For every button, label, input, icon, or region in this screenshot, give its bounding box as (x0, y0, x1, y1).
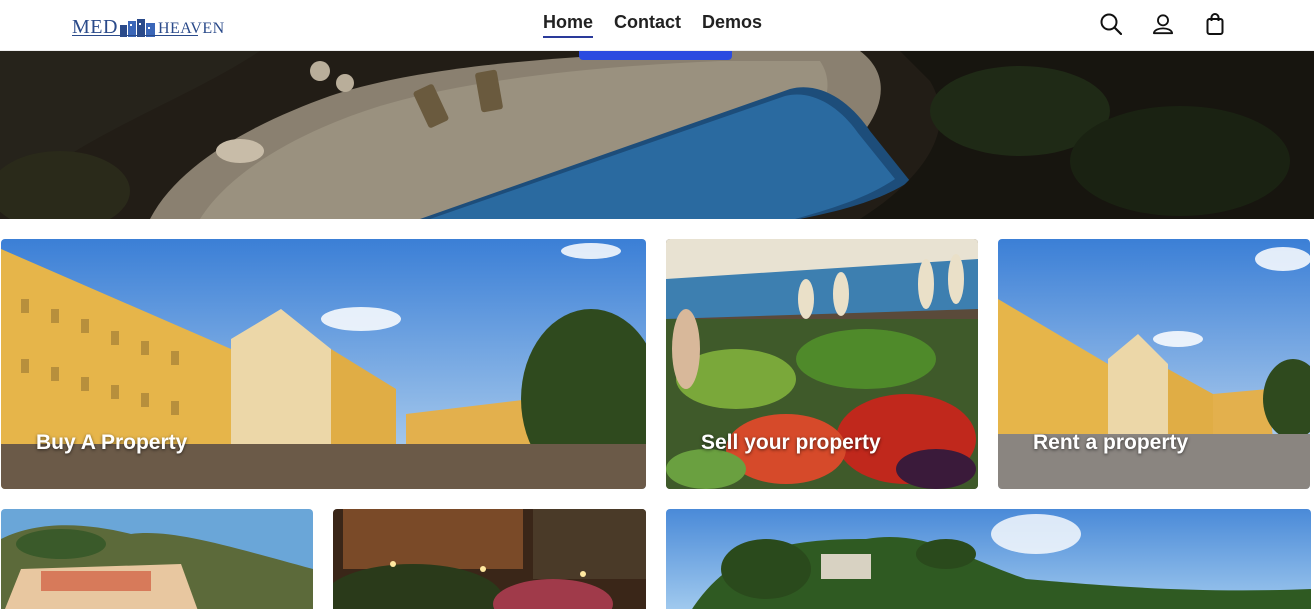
cart-icon[interactable] (1204, 12, 1226, 36)
tile-coastline-image (1, 509, 313, 609)
tile-coastline[interactable] (1, 509, 313, 609)
nav-contact[interactable]: Contact (614, 12, 681, 38)
site-header: MED HEAVEN Home Contact Demos (0, 0, 1314, 51)
search-icon[interactable] (1100, 12, 1122, 36)
site-logo[interactable]: MED HEAVEN (72, 11, 225, 37)
tile-hilltop[interactable] (666, 509, 1311, 609)
nav-home[interactable]: Home (543, 12, 594, 38)
logo-underline (72, 35, 198, 36)
hero-image (0, 51, 1314, 219)
tile-sell-property[interactable]: Sell your property (666, 239, 978, 489)
main-nav: Home Contact Demos (543, 12, 762, 38)
tile-rent-property[interactable]: Rent a property (998, 239, 1310, 489)
tile-buy-label: Buy A Property (36, 431, 188, 454)
tile-sell-label: Sell your property (701, 431, 881, 454)
tile-buy-property[interactable]: Buy A Property (1, 239, 646, 489)
logo-text-left: MED (72, 16, 118, 38)
tile-night-square[interactable] (333, 509, 646, 609)
header-icons (1100, 12, 1226, 36)
tile-hilltop-image (666, 509, 1311, 609)
account-icon[interactable] (1152, 12, 1174, 36)
tile-rent-label: Rent a property (1033, 431, 1189, 454)
hero-cta-button[interactable] (579, 51, 732, 60)
tile-night-image (333, 509, 646, 609)
nav-demos[interactable]: Demos (702, 12, 762, 38)
